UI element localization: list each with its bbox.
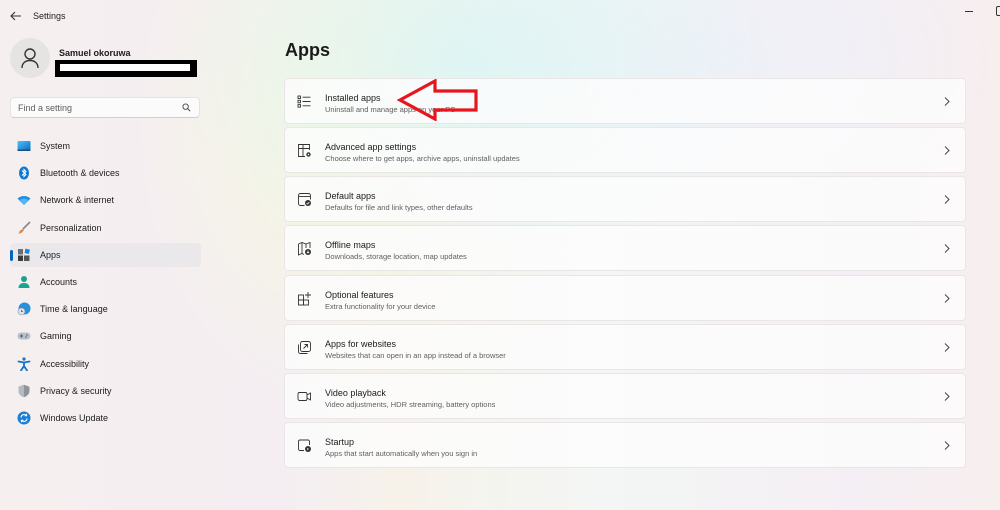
startup-icon xyxy=(298,439,311,452)
app-title: Settings xyxy=(33,11,66,21)
minimize-button[interactable] xyxy=(964,7,974,17)
card-description: Video adjustments, HDR streaming, batter… xyxy=(325,399,496,409)
chevron-right-icon xyxy=(944,97,950,106)
sidebar-item-personalization[interactable]: Personalization xyxy=(10,216,201,240)
card-description: Apps that start automatically when you s… xyxy=(325,448,478,458)
sidebar-item-label: Privacy & security xyxy=(40,385,112,396)
redacted-email xyxy=(55,60,197,77)
app-settings-icon xyxy=(298,144,311,158)
title-bar: Settings xyxy=(0,0,1000,34)
active-indicator xyxy=(10,249,13,261)
map-download-icon xyxy=(298,242,311,257)
update-icon xyxy=(17,411,31,425)
sidebar-item-gaming[interactable]: Gaming xyxy=(10,324,201,348)
back-button[interactable] xyxy=(8,10,24,24)
card-description: Downloads, storage location, map updates xyxy=(325,252,467,262)
card-advanced-app-settings[interactable]: Advanced app settings Choose where to ge… xyxy=(284,127,966,174)
brush-icon xyxy=(18,220,31,234)
sidebar-item-accessibility[interactable]: Accessibility xyxy=(10,352,201,376)
chevron-right-icon xyxy=(944,244,950,254)
sidebar-item-system[interactable]: System xyxy=(10,134,201,158)
sidebar-item-bluetooth[interactable]: Bluetooth & devices xyxy=(10,161,201,185)
sidebar-item-time-language[interactable]: Time & language xyxy=(10,297,201,321)
sidebar-item-label: Bluetooth & devices xyxy=(40,168,120,179)
card-description: Defaults for file and link types, other … xyxy=(325,203,473,213)
sidebar-item-label: Apps xyxy=(40,249,61,260)
open-in-app-icon xyxy=(298,340,311,354)
card-installed-apps[interactable]: Installed apps Uninstall and manage apps… xyxy=(284,78,966,124)
card-default-apps[interactable]: Default apps Defaults for file and link … xyxy=(284,176,966,223)
default-apps-icon xyxy=(298,193,311,207)
chevron-right-icon xyxy=(944,293,950,303)
sidebar-item-label: Accessibility xyxy=(40,358,90,369)
gamepad-icon xyxy=(17,332,31,340)
card-apps-for-websites[interactable]: Apps for websites Websites that can open… xyxy=(284,323,966,370)
search-input[interactable] xyxy=(18,101,178,114)
card-offline-maps[interactable]: Offline maps Downloads, storage location… xyxy=(284,225,966,272)
card-description: Websites that can open in an app instead… xyxy=(325,350,506,360)
apps-icon xyxy=(18,248,30,261)
shield-icon xyxy=(18,384,30,397)
video-icon xyxy=(297,391,311,401)
sidebar-item-network[interactable]: Network & internet xyxy=(10,188,201,212)
sidebar-item-label: Gaming xyxy=(40,331,72,342)
avatar xyxy=(10,38,50,78)
card-title: Default apps xyxy=(325,191,376,202)
back-arrow-icon xyxy=(10,11,21,21)
card-video-playback[interactable]: Video playback Video adjustments, HDR st… xyxy=(284,372,966,419)
chevron-right-icon xyxy=(944,342,950,352)
list-icon xyxy=(297,95,311,108)
card-title: Video playback xyxy=(325,387,386,398)
accounts-icon xyxy=(18,275,30,288)
chevron-right-icon xyxy=(944,195,950,205)
globe-clock-icon xyxy=(17,302,31,316)
person-icon xyxy=(21,48,39,69)
system-icon xyxy=(17,141,31,151)
card-title: Advanced app settings xyxy=(325,142,417,153)
page-title: Apps xyxy=(285,40,330,60)
card-startup[interactable]: Startup Apps that start automatically wh… xyxy=(284,421,966,468)
search-icon[interactable] xyxy=(182,103,191,112)
sidebar-item-label: Time & language xyxy=(40,304,108,315)
card-description: Choose where to get apps, archive apps, … xyxy=(325,154,520,164)
sidebar-item-label: System xyxy=(40,141,71,151)
card-title: Installed apps xyxy=(325,93,381,103)
card-title: Apps for websites xyxy=(325,338,397,349)
chevron-right-icon xyxy=(944,146,950,155)
sidebar-item-label: Accounts xyxy=(40,276,78,287)
card-title: Optional features xyxy=(325,289,394,300)
sidebar-item-label: Network & internet xyxy=(40,195,115,206)
add-grid-icon xyxy=(298,291,311,306)
user-name: Samuel okoruwa xyxy=(59,48,131,58)
apps-settings-list: Installed apps Uninstall and manage apps… xyxy=(284,78,966,471)
card-optional-features[interactable]: Optional features Extra functionality fo… xyxy=(284,274,966,321)
accessibility-icon xyxy=(17,356,31,371)
sidebar-item-label: Personalization xyxy=(40,222,102,233)
wifi-icon xyxy=(17,196,31,206)
sidebar-item-label: Windows Update xyxy=(40,412,109,423)
card-description: Uninstall and manage apps on your PC xyxy=(325,105,456,114)
card-title: Offline maps xyxy=(325,240,376,251)
sidebar-item-apps[interactable]: Apps xyxy=(10,242,201,267)
sidebar-item-windows-update[interactable]: Windows Update xyxy=(10,406,201,430)
maximize-button[interactable] xyxy=(996,6,1000,16)
bluetooth-icon xyxy=(19,166,29,180)
card-title: Startup xyxy=(325,436,355,447)
search-box[interactable] xyxy=(10,97,200,118)
sidebar-item-privacy-security[interactable]: Privacy & security xyxy=(10,379,201,403)
card-description: Extra functionality for your device xyxy=(325,301,436,311)
chevron-right-icon xyxy=(944,391,950,401)
chevron-right-icon xyxy=(944,441,950,450)
sidebar-item-accounts[interactable]: Accounts xyxy=(10,270,201,294)
sidebar-nav: System Bluetooth & devices Network & int… xyxy=(10,134,201,433)
